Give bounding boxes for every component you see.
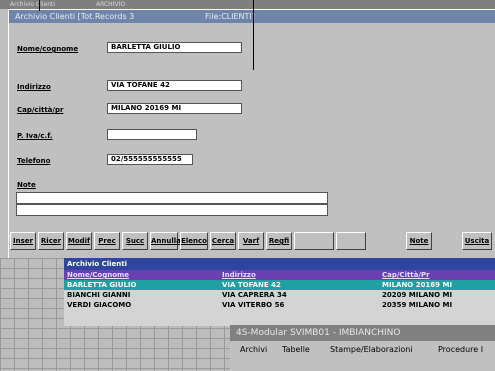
app-title-bar[interactable]: 4S-Modular SVIMB01 - IMBIANCHINO	[230, 325, 495, 341]
cell-city: MILANO 20169 MI	[382, 281, 453, 289]
top-strip-text-2: ARCHIVIO	[96, 1, 126, 8]
col-header-name[interactable]: Nome/Cognome	[67, 270, 129, 280]
cell-name: VERDI GIACOMO	[67, 301, 132, 309]
cancel-button[interactable]: Annulla	[150, 232, 181, 250]
name-field[interactable]: BARLETTA GIULIO	[107, 42, 242, 53]
form-title: Archivio Clienti [Tot.Records 3	[15, 12, 135, 21]
cell-address: VIA TOFANE 42	[222, 281, 281, 289]
client-list-window: Archivio Clienti Nome/Cognome Indirizzo …	[64, 258, 495, 326]
city-field[interactable]: MILANO 20169 MI	[107, 103, 242, 114]
menu-stampe[interactable]: Stampe/Elaborazioni	[330, 343, 413, 357]
pointer-line-1	[39, 0, 40, 11]
list-button[interactable]: Elenco	[180, 232, 208, 250]
modify-button[interactable]: Modif	[66, 232, 92, 250]
note-button[interactable]: Note	[406, 232, 432, 250]
table-row[interactable]: VERDI GIACOMO VIA VITERBO 56 20359 MILAN…	[64, 300, 495, 310]
note-label: Note	[17, 181, 36, 189]
menu-procedure[interactable]: Procedure I	[438, 343, 483, 357]
col-header-address[interactable]: Indirizzo	[222, 270, 256, 280]
cell-address: VIA VITERBO 56	[222, 301, 285, 309]
note-line-2[interactable]	[16, 204, 328, 216]
cell-name: BARLETTA GIULIO	[67, 281, 137, 289]
col-header-city[interactable]: Cap/Città/Pr	[382, 270, 430, 280]
insert-button[interactable]: Inser	[10, 232, 36, 250]
list-header: Nome/Cognome Indirizzo Cap/Città/Pr	[64, 270, 495, 280]
next-button[interactable]: Succ	[122, 232, 148, 250]
cell-city: 20209 MILANO MI	[382, 291, 453, 299]
address-field[interactable]: VIA TOFANE 42	[107, 80, 242, 91]
pointer-line-2	[253, 0, 254, 70]
client-form-window: Archivio Clienti [Tot.Records 3 File:CLI…	[8, 9, 495, 260]
table-row[interactable]: BARLETTA GIULIO VIA TOFANE 42 MILANO 201…	[64, 280, 495, 290]
main-app-window: 4S-Modular SVIMB01 - IMBIANCHINO Archivi…	[230, 325, 495, 371]
list-title: Archivio Clienti	[64, 258, 495, 270]
name-label: Nome/cognome	[17, 45, 79, 53]
prev-button[interactable]: Prec	[94, 232, 120, 250]
form-toolbar: Inser Ricer Modif Prec Succ Annulla Elen…	[8, 232, 495, 251]
search-button[interactable]: Ricer	[38, 232, 64, 250]
menu-tabelle[interactable]: Tabelle	[282, 343, 310, 357]
app-menu-bar: Archivi Tabelle Stampe/Elaborazioni Proc…	[230, 343, 495, 357]
varf-button[interactable]: Varf	[238, 232, 264, 250]
find-button[interactable]: Cerca	[210, 232, 236, 250]
city-label: Cap/città/pr	[17, 106, 64, 114]
blank-button[interactable]	[294, 232, 334, 250]
menu-archivi[interactable]: Archivi	[240, 343, 267, 357]
table-row[interactable]: BIANCHI GIANNI VIA CAPRERA 34 20209 MILA…	[64, 290, 495, 300]
vat-field[interactable]	[107, 129, 197, 140]
phone-label: Telefono	[17, 157, 51, 165]
address-label: Indirizzo	[17, 83, 51, 91]
top-strip: Archivio Clienti ARCHIVIO	[0, 0, 495, 9]
cell-city: 20359 MILANO MI	[382, 301, 453, 309]
cell-address: VIA CAPRERA 34	[222, 291, 287, 299]
exit-button[interactable]: Uscita	[462, 232, 492, 250]
regfi-button[interactable]: Regfi	[266, 232, 292, 250]
blank-button-2[interactable]	[336, 232, 366, 250]
form-file-label: File:CLIENTI]	[205, 12, 255, 21]
vat-label: P. Iva/c.f.	[17, 132, 53, 140]
top-strip-text: Archivio Clienti	[10, 1, 56, 8]
phone-field[interactable]: 02/555555555555	[107, 154, 193, 165]
form-title-bar[interactable]: Archivio Clienti [Tot.Records 3 File:CLI…	[9, 10, 495, 23]
cell-name: BIANCHI GIANNI	[67, 291, 131, 299]
note-line-1[interactable]	[16, 192, 328, 204]
